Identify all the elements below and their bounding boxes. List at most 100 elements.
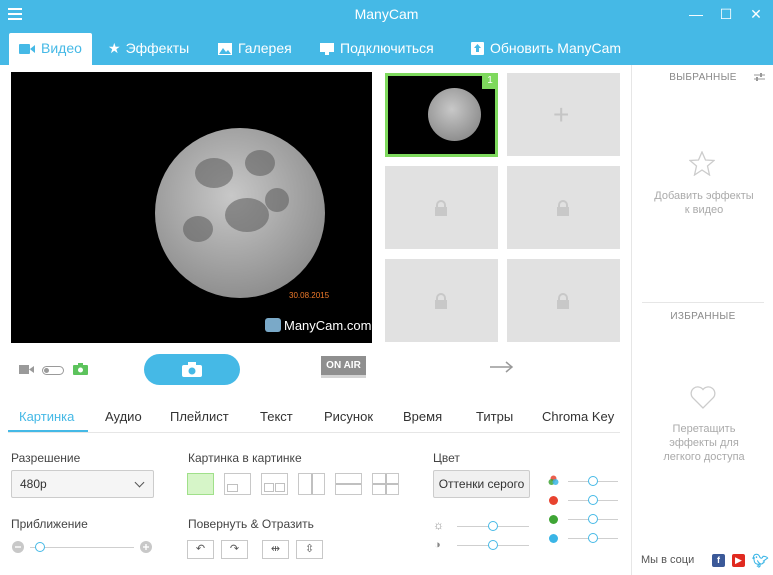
- tab-video[interactable]: Видео: [9, 33, 92, 65]
- zoom-out-icon[interactable]: [12, 541, 24, 553]
- grayscale-button[interactable]: Оттенки серого: [433, 470, 530, 498]
- green-slider[interactable]: [568, 514, 618, 524]
- pip-layout-quad[interactable]: [372, 473, 399, 495]
- flip-horizontal-button[interactable]: ⇹: [262, 540, 289, 559]
- flip-horizontal-icon: ⇹: [270, 543, 281, 555]
- camera-icon: [182, 362, 202, 377]
- favorites-hint: Перетащить эффекты для легкого доступа: [663, 423, 745, 463]
- color-label: Цвет: [433, 451, 460, 465]
- subtab-playlist[interactable]: Плейлист: [170, 409, 229, 424]
- facebook-icon[interactable]: f: [712, 554, 725, 567]
- photo-mode-icon[interactable]: [73, 363, 88, 375]
- monitor-icon: [320, 43, 334, 55]
- flip-vertical-button[interactable]: ⇳: [296, 540, 323, 559]
- contrast-slider-knob[interactable]: [488, 540, 498, 550]
- subtab-audio[interactable]: Аудио: [105, 409, 142, 424]
- zoom-in-icon[interactable]: [140, 541, 152, 553]
- subtab-text[interactable]: Текст: [260, 409, 293, 424]
- heart-outline-icon: [690, 386, 716, 409]
- brightness-slider[interactable]: [457, 521, 529, 531]
- subtab-picture[interactable]: Картинка: [19, 409, 74, 424]
- app-title: ManyCam: [354, 6, 419, 22]
- lock-icon: [557, 200, 569, 216]
- red-slider-knob[interactable]: [588, 495, 598, 505]
- subtab-drawing[interactable]: Рисунок: [324, 409, 373, 424]
- selected-effects-hint: Добавить эффекты к видео: [654, 190, 754, 216]
- flip-vertical-icon: ⇳: [304, 543, 315, 555]
- filter-settings-icon[interactable]: [754, 72, 765, 82]
- add-scene-button[interactable]: +: [507, 73, 620, 156]
- contrast-slider[interactable]: [457, 540, 529, 550]
- blue-channel-icon: [549, 534, 558, 543]
- maximize-button[interactable]: ☐: [712, 4, 740, 24]
- twitter-icon[interactable]: 🐦︎: [752, 554, 769, 567]
- pip-layout-vertical-split[interactable]: [298, 473, 325, 495]
- tab-gallery[interactable]: Галерея: [208, 33, 302, 65]
- video-preview[interactable]: 30.08.2015 ManyCam.com: [11, 72, 372, 343]
- scene-locked[interactable]: [507, 166, 620, 249]
- green-channel-icon: [549, 515, 558, 524]
- brightness-slider-knob[interactable]: [488, 521, 498, 531]
- pip-layout-corner[interactable]: [224, 473, 251, 495]
- rotate-right-button[interactable]: ↷: [221, 540, 248, 559]
- arrow-right-icon[interactable]: [490, 361, 514, 373]
- youtube-icon[interactable]: ▶: [732, 554, 745, 567]
- pip-layout-side-by-side[interactable]: [261, 473, 288, 495]
- subtab-time[interactable]: Время: [403, 409, 442, 424]
- tab-connect[interactable]: Подключиться: [310, 33, 444, 65]
- subtab-titles[interactable]: Титры: [476, 409, 513, 424]
- tab-update[interactable]: Обновить ManyCam: [461, 33, 631, 65]
- on-air-button[interactable]: ON AIR: [321, 356, 366, 378]
- moon-image: [155, 128, 325, 298]
- resolution-select[interactable]: 480p: [11, 470, 154, 498]
- mode-toggle[interactable]: [42, 366, 64, 375]
- plus-icon: +: [553, 99, 570, 130]
- blue-slider-knob[interactable]: [588, 533, 598, 543]
- zoom-slider[interactable]: [30, 542, 134, 552]
- scene-thumbnail: [428, 88, 481, 141]
- rotate-right-icon: ↷: [229, 543, 240, 555]
- pip-label: Картинка в картинке: [188, 451, 302, 465]
- title-bar: ManyCam — ☐ ✕: [0, 0, 773, 29]
- scene-locked[interactable]: [507, 259, 620, 342]
- upload-icon: [471, 42, 484, 55]
- scene-locked[interactable]: [385, 166, 498, 249]
- main-tab-bar: Видео ★ Эффекты Галерея Подключиться Обно…: [0, 29, 773, 65]
- lock-icon: [435, 293, 447, 309]
- scene-1[interactable]: 1: [385, 73, 498, 157]
- social-label: Мы в соци: [641, 554, 695, 566]
- close-button[interactable]: ✕: [742, 4, 770, 24]
- blue-slider[interactable]: [568, 533, 618, 543]
- rgb-slider-knob[interactable]: [588, 476, 598, 486]
- resolution-label: Разрешение: [11, 451, 81, 465]
- rgb-slider[interactable]: [568, 476, 618, 486]
- brightness-icon: ☼: [433, 518, 444, 532]
- take-snapshot-button[interactable]: [144, 354, 240, 385]
- zoom-slider-knob[interactable]: [34, 542, 45, 552]
- scene-locked[interactable]: [385, 259, 498, 342]
- subtab-chroma-key[interactable]: Chroma Key: [542, 409, 614, 424]
- effects-panel: ВЫБРАННЫЕ Добавить эффекты к видео ИЗБРА…: [631, 65, 773, 575]
- lock-icon: [435, 200, 447, 216]
- rotate-left-button[interactable]: ↶: [187, 540, 214, 559]
- watermark: ManyCam.com: [265, 318, 371, 333]
- chevron-down-icon: [134, 477, 145, 488]
- pip-layout-horizontal-split[interactable]: [335, 473, 362, 495]
- rgb-channels-icon: [548, 475, 559, 485]
- red-channel-icon: [549, 496, 558, 505]
- zoom-label: Приближение: [11, 517, 88, 531]
- minimize-button[interactable]: —: [682, 4, 710, 24]
- star-outline-icon: [689, 151, 715, 176]
- video-mode-icon[interactable]: [19, 364, 34, 375]
- settings-tab-bar: Картинка Аудио Плейлист Текст Рисунок Вр…: [8, 401, 620, 433]
- star-icon: ★: [108, 40, 121, 56]
- date-stamp: 30.08.2015: [289, 291, 330, 300]
- green-slider-knob[interactable]: [588, 514, 598, 524]
- scene-badge: 1: [482, 73, 498, 89]
- red-slider[interactable]: [568, 495, 618, 505]
- contrast-icon: ◑: [434, 539, 441, 551]
- rotate-flip-label: Повернуть & Отразить: [188, 517, 314, 531]
- tab-effects[interactable]: ★ Эффекты: [98, 33, 199, 65]
- video-camera-icon: [19, 44, 35, 54]
- pip-layout-none[interactable]: [187, 473, 214, 495]
